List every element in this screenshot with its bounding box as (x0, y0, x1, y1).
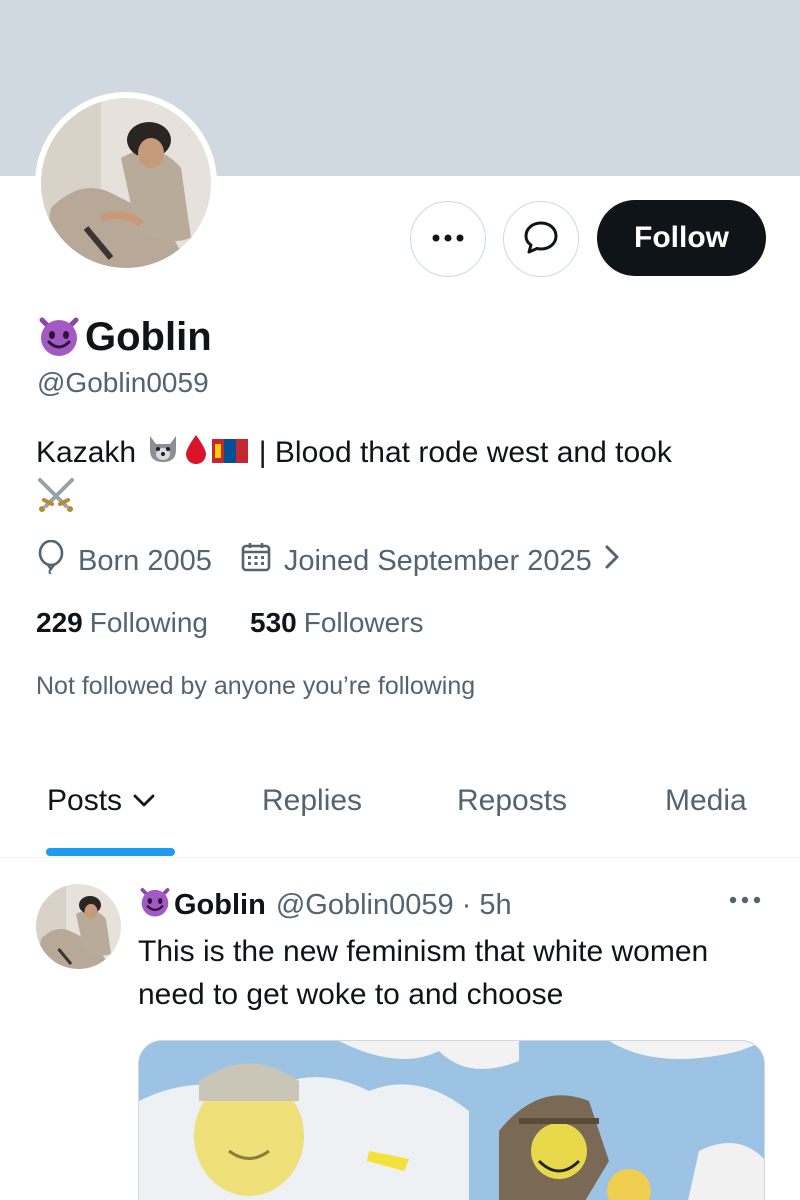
drop-of-blood-icon (184, 433, 208, 475)
followers-label: Followers (303, 607, 424, 638)
more-dots-icon (431, 230, 465, 248)
smiling-devil-emoji-icon (138, 884, 172, 926)
post-author-name[interactable]: Goblin (174, 889, 266, 922)
crossed-swords-icon (36, 476, 76, 517)
tab-posts-label: Posts (47, 784, 123, 817)
joined-item[interactable]: Joined September 2025 (240, 541, 632, 581)
followers-count: 530 (250, 607, 297, 638)
chat-bubble-icon (523, 219, 559, 260)
message-button[interactable] (503, 201, 579, 277)
more-button[interactable] (410, 201, 486, 277)
following-label: Following (89, 607, 208, 638)
display-name-row: Goblin (36, 312, 212, 363)
mutual-followers-note: Not followed by anyone you’re following (36, 672, 476, 700)
follow-counts: 229 Following 530 Followers (36, 607, 424, 639)
more-dots-icon (728, 892, 762, 909)
chevron-down-icon (132, 793, 156, 809)
tab-replies[interactable]: Replies (262, 784, 362, 818)
birthday-item: Born 2005 (36, 539, 212, 582)
tab-posts[interactable]: Posts (47, 784, 156, 818)
profile-bio: Kazakh | Blood that rode west and took (36, 433, 776, 475)
born-text: Born 2005 (78, 544, 212, 577)
tab-media[interactable]: Media (665, 784, 747, 818)
following-count: 229 (36, 607, 83, 638)
bio-text: Kazakh (36, 435, 137, 469)
mongolia-flag-icon (212, 435, 249, 473)
post-more-button[interactable] (728, 892, 762, 910)
post-text: This is the new feminism that white wome… (138, 935, 709, 1011)
chevron-right-icon (604, 544, 632, 578)
calendar-icon (240, 541, 284, 581)
post-media-image[interactable] (138, 1040, 765, 1200)
profile-avatar[interactable] (35, 92, 217, 274)
post-handle-time: @Goblin0059 · 5h (275, 888, 512, 921)
following-link[interactable]: 229 Following (36, 607, 208, 639)
wolf-emoji-icon (146, 434, 180, 474)
smiling-devil-emoji-icon (36, 312, 82, 363)
profile-meta: Born 2005 Joined September 2025 (36, 539, 632, 582)
display-name: Goblin (85, 315, 212, 359)
post-header: Goblin @Goblin0059 · 5h (138, 884, 512, 926)
joined-text: Joined September 2025 (283, 544, 592, 577)
balloon-icon (36, 539, 78, 582)
active-tab-indicator (46, 848, 175, 856)
tab-reposts[interactable]: Reposts (457, 784, 567, 818)
profile-tabs: Posts Replies Reposts Media (0, 760, 800, 858)
bio-tagline: | Blood that rode west and took (258, 435, 672, 469)
profile-handle: @Goblin0059 (37, 367, 209, 398)
followers-link[interactable]: 530 Followers (250, 607, 424, 639)
post-avatar[interactable] (36, 884, 121, 969)
follow-button[interactable]: Follow (597, 200, 766, 276)
